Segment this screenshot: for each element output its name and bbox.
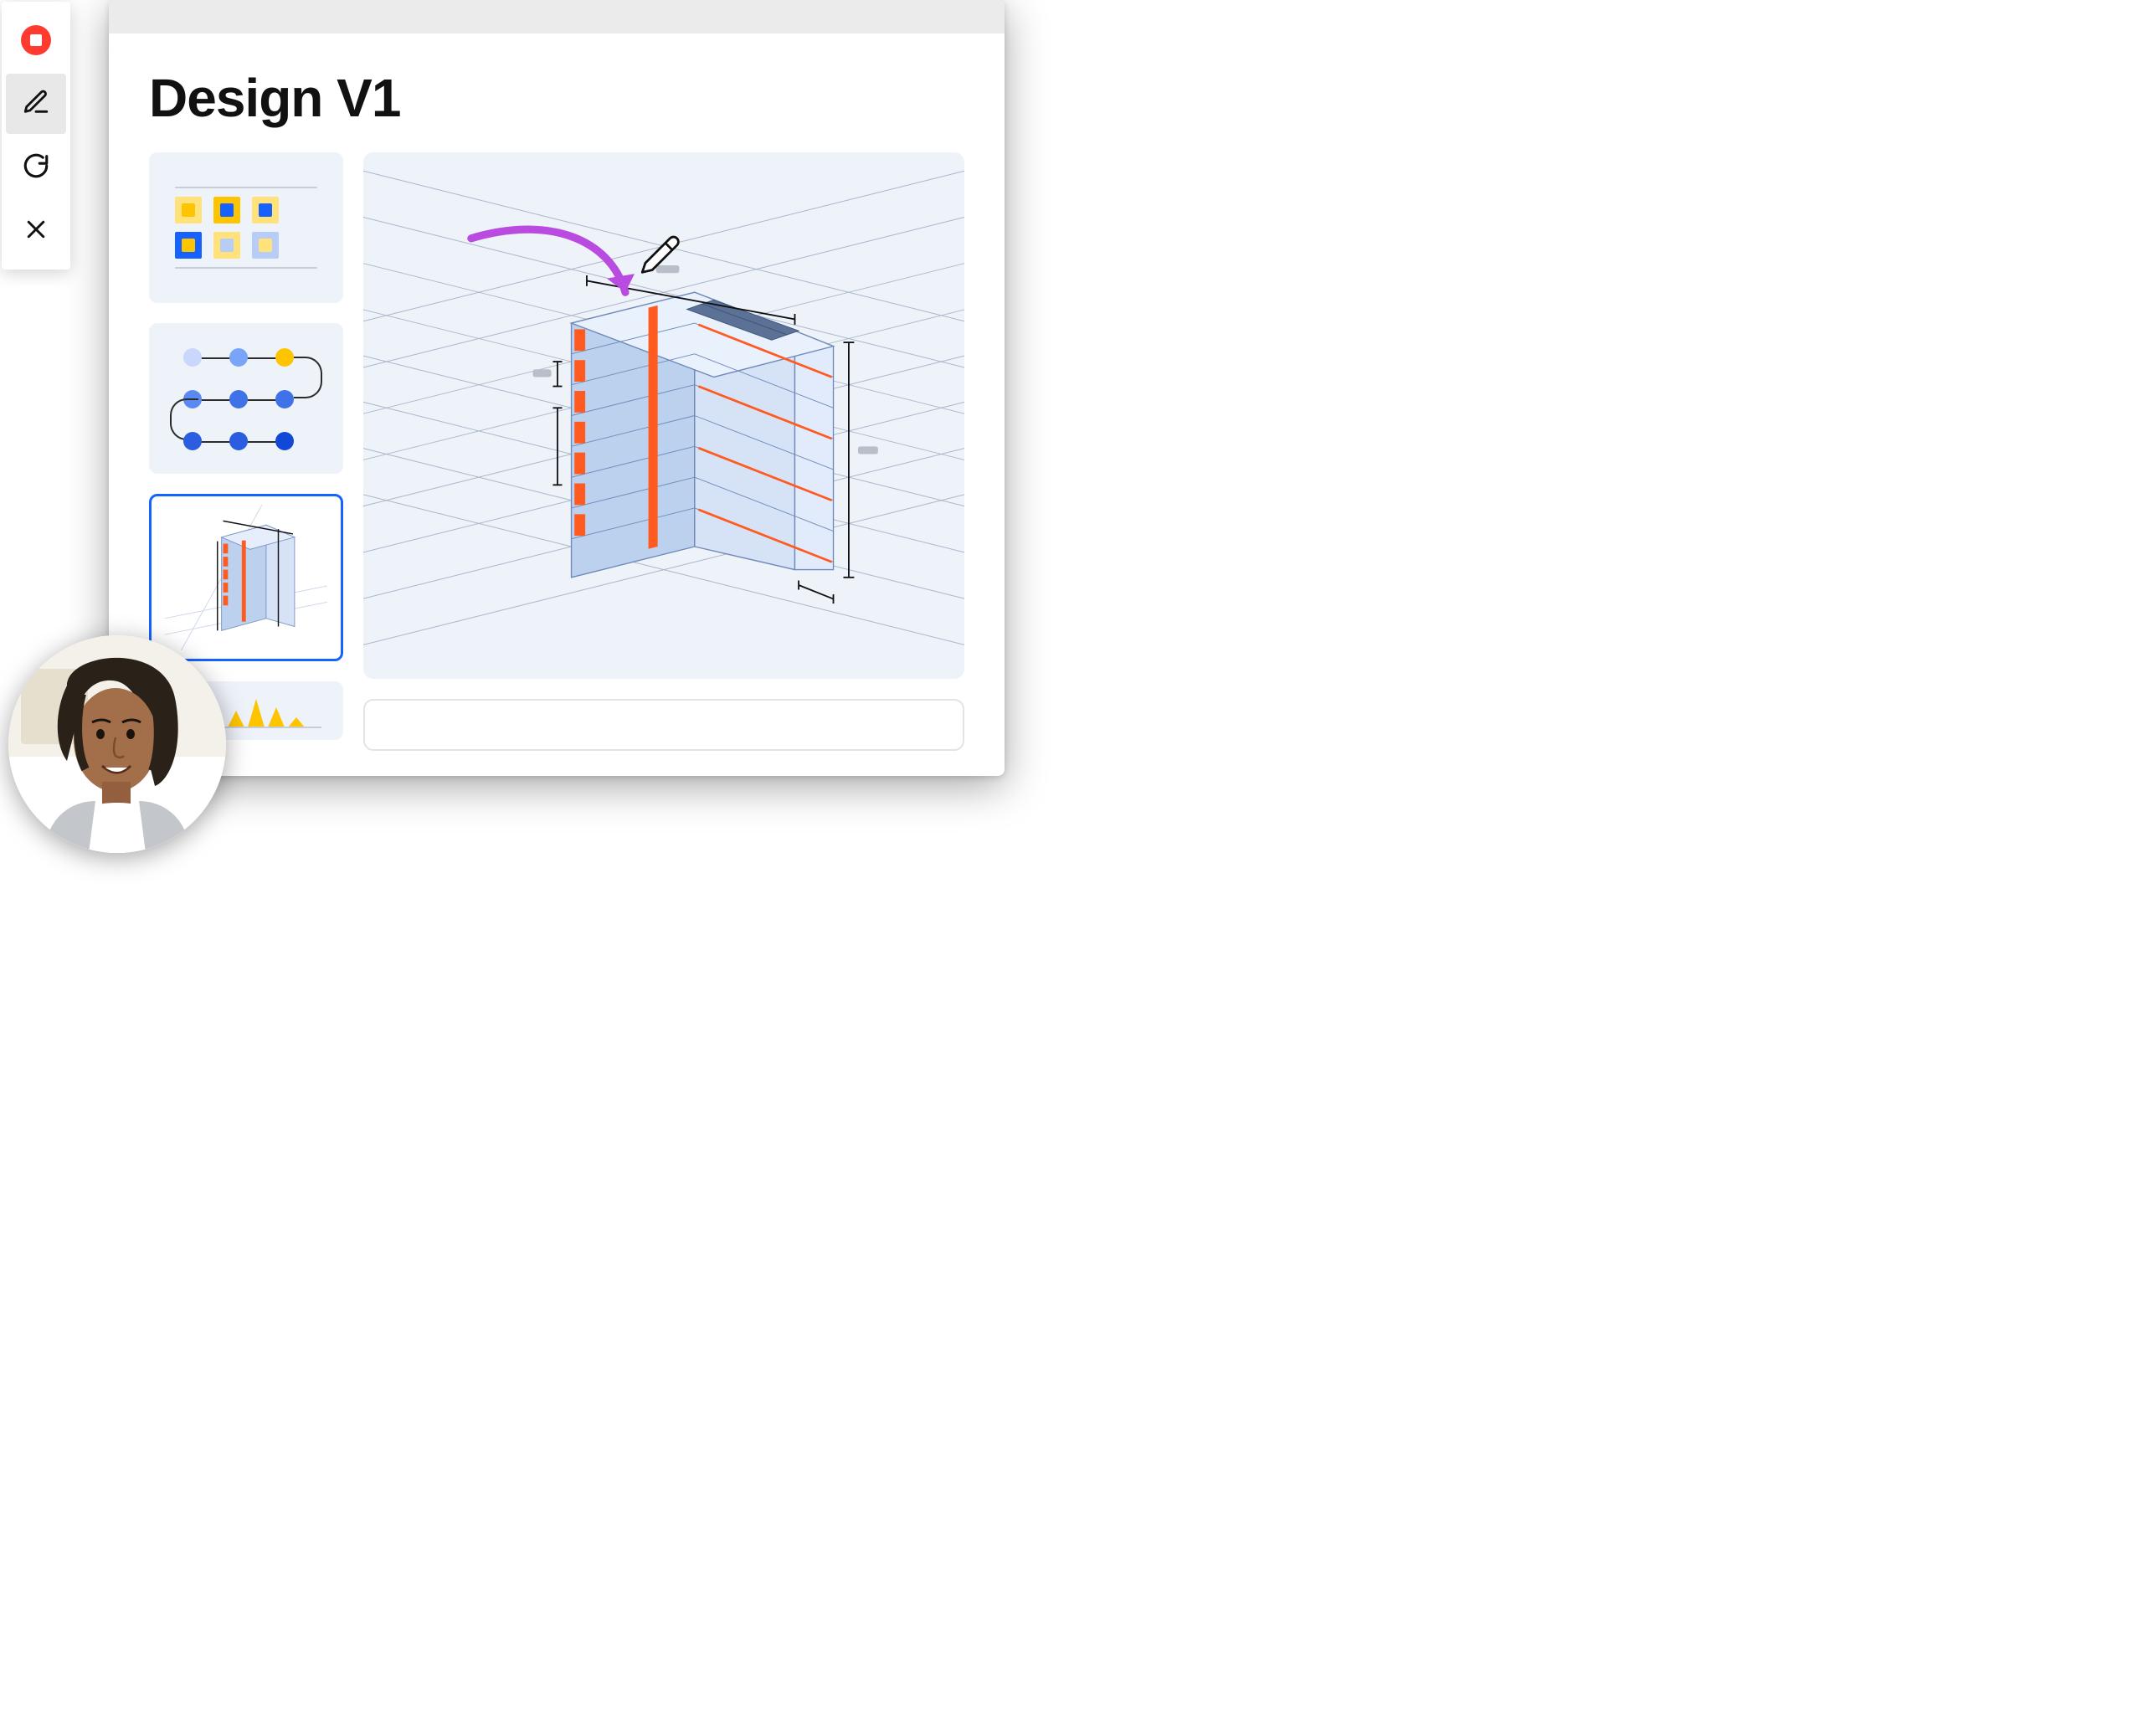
building-3d-illustration	[363, 152, 964, 679]
close-button[interactable]	[6, 201, 66, 261]
annotation-arrow	[471, 229, 635, 292]
edit-button[interactable]	[6, 74, 66, 134]
record-stop-button[interactable]	[6, 10, 66, 70]
pencil-icon	[22, 88, 50, 121]
thumb-flow-nodes[interactable]	[149, 323, 343, 474]
vertical-toolbar	[2, 2, 70, 270]
close-icon	[23, 217, 49, 246]
page-title: Design V1	[149, 67, 964, 129]
thumb-color-swatches[interactable]	[149, 152, 343, 303]
design-window: Design V1	[109, 0, 1005, 776]
presenter-avatar	[8, 635, 226, 853]
redo-icon	[22, 152, 50, 184]
caption-input[interactable]	[363, 699, 964, 751]
redo-button[interactable]	[6, 137, 66, 198]
building-thumb-icon	[161, 505, 331, 651]
record-stop-icon	[21, 25, 51, 55]
thumb-building-3d[interactable]	[149, 494, 343, 661]
avatar-icon	[8, 635, 226, 853]
window-titlebar	[109, 0, 1005, 33]
design-canvas[interactable]	[363, 152, 964, 679]
